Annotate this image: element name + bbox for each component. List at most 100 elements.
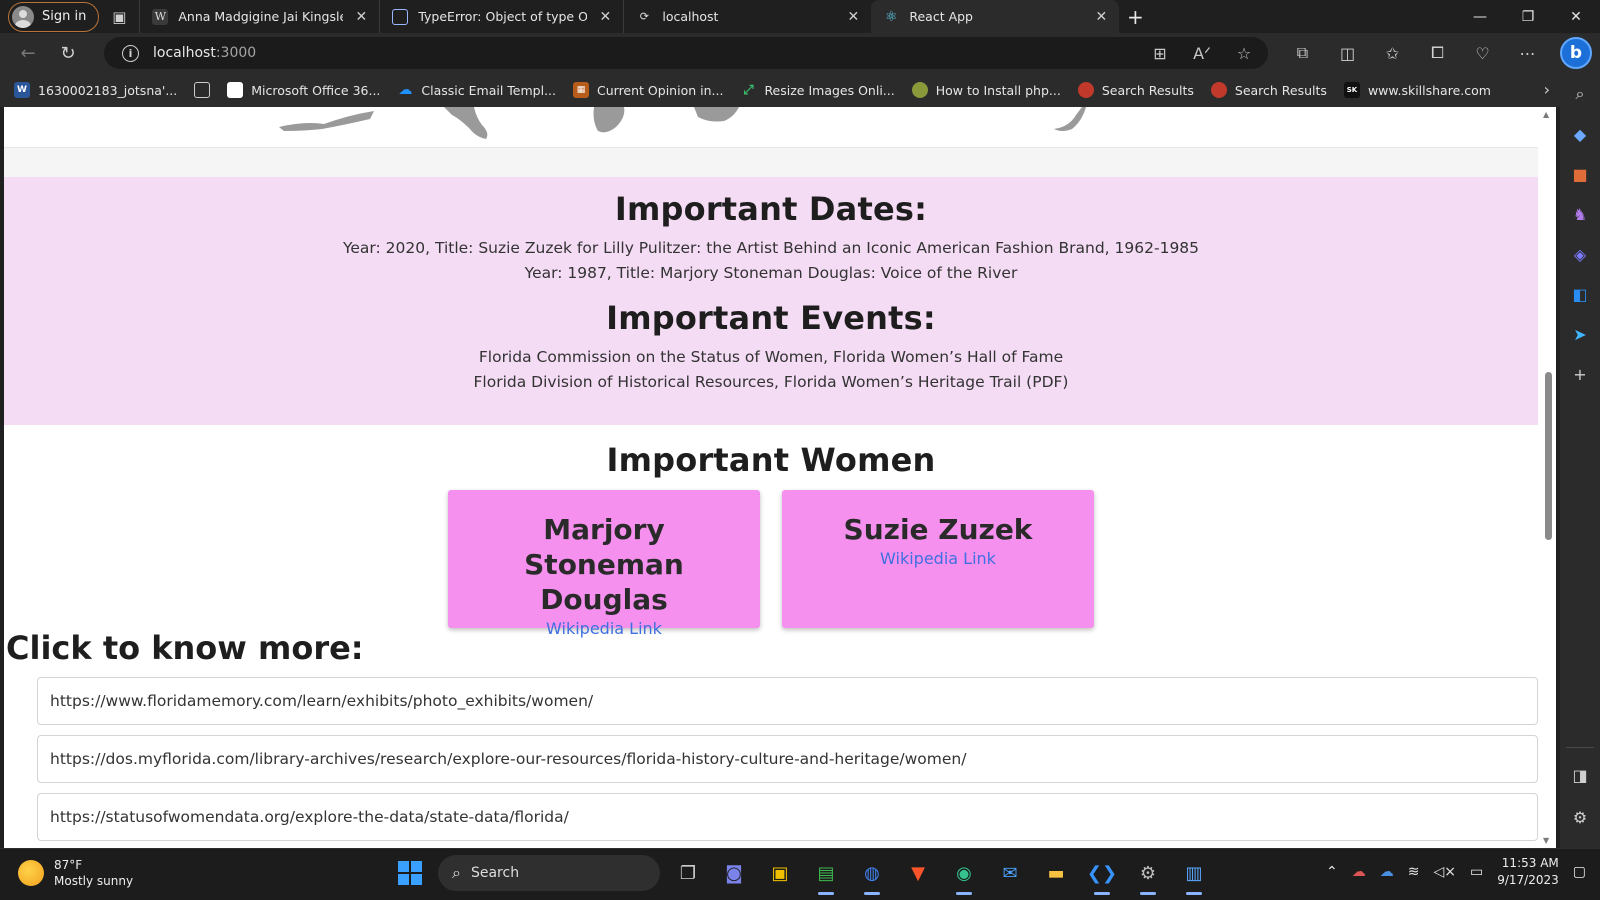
tools-briefcase-icon[interactable]: ■ [1569,163,1591,185]
mail-icon[interactable]: ✉ [992,855,1028,891]
react-icon: ⚛ [885,8,898,25]
events-list: Florida Commission on the Status of Wome… [4,345,1538,395]
split-screen-icon[interactable]: ◫ [1325,44,1370,63]
scroll-up-icon[interactable]: ▲ [1543,110,1549,119]
wifi-icon[interactable]: ≋ [1408,864,1420,880]
bookmark-item[interactable]: W 1630002183_jotsna'... [14,82,177,98]
bookmark-item[interactable]: Microsoft Office 36... [227,82,380,98]
search-icon[interactable]: ⌕ [1569,83,1591,105]
close-tab-icon[interactable]: ✕ [597,9,613,25]
resource-link[interactable]: https://statusofwomendata.org/explore-th… [37,793,1538,841]
store-icon[interactable]: ▣ [762,855,798,891]
teams-chat-icon[interactable]: ◙ [716,855,752,891]
browser-essentials-icon[interactable]: ♡ [1460,44,1505,63]
wikipedia-link[interactable]: Wikipedia Link [448,619,760,638]
close-tab-icon[interactable]: ✕ [353,9,369,25]
favorites-icon[interactable]: ✩ [1370,44,1415,63]
url-port: :3000 [215,45,257,61]
clock[interactable]: 11:53 AM 9/17/2023 [1497,855,1559,889]
bookmark-label: Search Results [1101,82,1194,98]
minimize-icon[interactable]: — [1456,0,1504,33]
sign-in-button[interactable]: Sign in [8,1,100,32]
extensions-icon[interactable]: ⧉ [1280,43,1325,63]
games-icon[interactable]: ♞ [1569,203,1591,225]
dates-events-section: Important Dates: Year: 2020, Title: Suzi… [4,177,1538,425]
onedrive-icon[interactable]: ☁ [1380,864,1394,880]
tab-react-app[interactable]: ⚛ React App ✕ [871,0,1120,33]
page-scrollbar[interactable]: ▲ ▼ [1540,107,1556,848]
chrome-icon[interactable]: ◍ [854,855,890,895]
temperature: 87°F [54,858,83,872]
weather-widget[interactable]: 87°F Mostly sunny [18,857,133,889]
notifications-icon[interactable]: ▢ [1573,864,1586,880]
close-tab-icon[interactable]: ✕ [1093,9,1109,25]
back-icon[interactable]: ← [8,33,48,73]
site-info-icon[interactable]: i [122,44,139,62]
copilot-sidebar-icon[interactable]: ◈ [1569,243,1591,265]
vscode-icon[interactable]: ❮❯ [1084,855,1120,895]
wikipedia-link[interactable]: Wikipedia Link [782,549,1094,568]
excel-like-icon[interactable]: ▤ [808,855,844,895]
taskbar-search[interactable]: ⌕ Search [438,855,660,891]
tab-title: TypeError: Object of type Object [418,9,588,24]
brave-icon[interactable]: ▼ [900,855,936,891]
tab-actions-icon[interactable]: ▣ [99,0,139,33]
address-bar[interactable]: i localhost:3000 ⊞ Aᐟ ☆ [104,37,1268,69]
clock-time: 11:53 AM [1501,856,1559,870]
office-icon [227,82,244,98]
chevron-right-icon[interactable]: › [1544,80,1550,99]
windows-start-icon[interactable] [392,855,428,891]
settings-icon[interactable]: ⚙ [1130,855,1166,895]
resource-link[interactable]: https://dos.myflorida.com/library-archiv… [37,735,1538,783]
close-tab-icon[interactable]: ✕ [845,9,861,25]
bookmark-label: Resize Images Onli... [764,82,895,98]
windows-taskbar: 87°F Mostly sunny ⌕ Search ❐ ◙ ▣ ▤ ◍ ▼ ◉… [0,848,1600,900]
more-menu-icon[interactable]: ⋯ [1505,44,1550,63]
new-tab-icon[interactable]: + [1119,5,1151,29]
bookmark-item[interactable]: ☁ Classic Email Templ... [397,82,556,98]
bookmark-item[interactable]: ▦ Current Opinion in... [573,82,723,98]
bookmark-item[interactable]: ⤢ Resize Images Onli... [740,82,895,98]
chevron-up-icon[interactable]: ⌃ [1326,864,1338,880]
scrollbar-thumb[interactable] [1545,372,1552,540]
tab-wikipedia[interactable]: W Anna Madgigine Jai Kingsley' - W ✕ [139,0,379,33]
bookmark-item[interactable]: Search Results [1210,82,1327,98]
copilot-icon[interactable]: b [1560,37,1592,69]
resource-link[interactable]: https://www.floridamemory.com/learn/exhi… [37,677,1538,725]
bookmark-item[interactable] [194,82,211,98]
url-text: localhost:3000 [153,45,256,61]
collections-icon[interactable]: ⧠ [1415,43,1460,63]
onedrive-error-icon[interactable]: ☁ [1352,864,1366,880]
reload-icon[interactable]: ↻ [48,33,88,73]
edge-icon[interactable]: ◉ [946,855,982,895]
shopping-tag-icon[interactable]: ◆ [1569,123,1591,145]
page-icon [392,8,409,25]
app-available-icon[interactable]: ⊞ [1144,44,1176,63]
restore-icon[interactable]: ❐ [1504,0,1552,33]
send-drop-icon[interactable]: ➤ [1569,323,1591,345]
close-window-icon[interactable]: ✕ [1552,0,1600,33]
notepad-icon[interactable]: ▥ [1176,855,1212,895]
add-icon[interactable]: + [1569,363,1591,385]
hide-sidebar-icon[interactable]: ◨ [1569,764,1591,786]
profile-avatar-icon [12,5,34,28]
file-explorer-icon[interactable]: ▬ [1038,855,1074,891]
php-site-icon [911,82,928,98]
bookmark-item[interactable]: SK www.skillshare.com [1343,82,1491,98]
bookmark-item[interactable]: How to Install php... [911,82,1061,98]
scroll-down-icon[interactable]: ▼ [1543,836,1549,845]
battery-icon[interactable]: ▭ [1470,864,1483,880]
bookmark-item[interactable]: Search Results [1077,82,1194,98]
volume-muted-icon[interactable]: ◁× [1434,864,1457,880]
tab-typeerror[interactable]: TypeError: Object of type Object ✕ [379,0,623,33]
system-tray: ⌃ ☁ ☁ ≋ ◁× ▭ 11:53 AM 9/17/2023 ▢ [1326,855,1586,889]
favorite-star-icon[interactable]: ☆ [1228,44,1260,63]
task-view-icon[interactable]: ❐ [670,855,706,891]
woman-card: Suzie Zuzek Wikipedia Link [782,490,1094,628]
read-aloud-icon[interactable]: Aᐟ [1186,44,1218,63]
bookmark-label: Current Opinion in... [597,82,724,98]
settings-gear-icon[interactable]: ⚙ [1569,806,1591,828]
weather-condition: Mostly sunny [54,874,134,888]
tab-localhost[interactable]: ⟳ localhost ✕ [623,0,871,33]
outlook-icon[interactable]: ◧ [1569,283,1591,305]
